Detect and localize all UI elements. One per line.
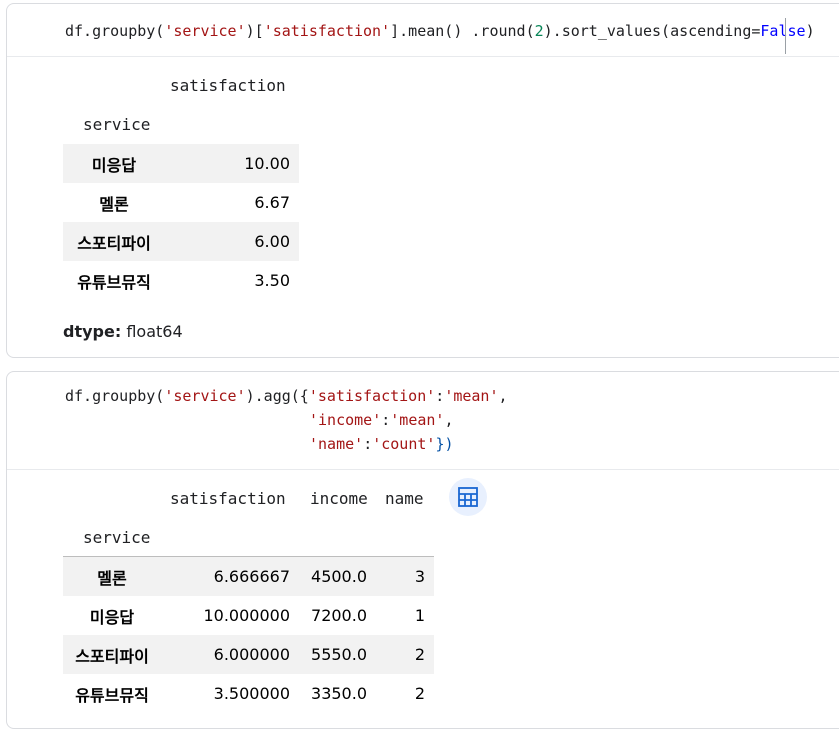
income-cell: 7200.0	[299, 596, 376, 635]
text-cursor	[785, 18, 786, 54]
income-cell: 4500.0	[299, 557, 376, 596]
index-name: service	[83, 115, 151, 134]
index-cell: 스포티파이	[63, 222, 165, 261]
code-editor-2[interactable]: df.groupby('service').agg({'satisfaction…	[7, 372, 839, 470]
code-line[interactable]: df.groupby('service')['satisfaction'].me…	[65, 21, 815, 41]
column-header-income: income	[310, 489, 368, 508]
column-header-satisfaction: satisfaction	[170, 489, 286, 508]
index-name: service	[83, 528, 151, 547]
index-cell: 유튜브뮤직	[63, 261, 165, 300]
value-cell: 6.67	[165, 183, 299, 222]
dtype-footer: dtype: float64	[63, 322, 183, 341]
value-cell: 6.00	[165, 222, 299, 261]
index-cell: 유튜브뮤직	[63, 674, 161, 713]
table-icon	[458, 487, 478, 507]
code-editor-1[interactable]: df.groupby('service')['satisfaction'].me…	[7, 4, 839, 57]
code-line[interactable]: 'name':'count'})	[309, 434, 454, 454]
table-row: 멜론 6.67	[63, 183, 299, 222]
satisfaction-cell: 6.000000	[161, 635, 299, 674]
index-cell: 멜론	[63, 183, 165, 222]
income-cell: 5550.0	[299, 635, 376, 674]
table-row: 미응답 10.00	[63, 144, 299, 183]
column-header-satisfaction: satisfaction	[170, 76, 286, 95]
value-cell: 10.00	[165, 144, 299, 183]
table-row: 미응답 10.000000 7200.0 1	[63, 596, 434, 635]
code-line[interactable]: 'income':'mean',	[309, 410, 454, 430]
satisfaction-cell: 3.500000	[161, 674, 299, 713]
code-line[interactable]: df.groupby('service').agg({'satisfaction…	[65, 386, 508, 406]
index-cell: 미응답	[63, 596, 161, 635]
code-cell-2[interactable]: df.groupby('service').agg({'satisfaction…	[6, 371, 839, 729]
table-row: 스포티파이 6.000000 5550.0 2	[63, 635, 434, 674]
dtype-label: dtype:	[63, 322, 122, 341]
satisfaction-cell: 10.000000	[161, 596, 299, 635]
dtype-value: float64	[126, 322, 183, 341]
code-cell-1[interactable]: df.groupby('service')['satisfaction'].me…	[6, 3, 839, 358]
table-row: 멜론 6.666667 4500.0 3	[63, 557, 434, 596]
index-cell: 스포티파이	[63, 635, 161, 674]
column-header-name: name	[385, 489, 424, 508]
value-cell: 3.50	[165, 261, 299, 300]
dataframe-table: 멜론 6.666667 4500.0 3 미응답 10.000000 7200.…	[63, 557, 434, 713]
satisfaction-cell: 6.666667	[161, 557, 299, 596]
table-row: 유튜브뮤직 3.500000 3350.0 2	[63, 674, 434, 713]
name-count-cell: 3	[376, 557, 434, 596]
table-row: 스포티파이 6.00	[63, 222, 299, 261]
name-count-cell: 2	[376, 635, 434, 674]
convert-to-interactive-table-button[interactable]	[449, 478, 487, 516]
income-cell: 3350.0	[299, 674, 376, 713]
index-cell: 멜론	[63, 557, 161, 596]
index-cell: 미응답	[63, 144, 165, 183]
table-row: 유튜브뮤직 3.50	[63, 261, 299, 300]
series-table: 미응답 10.00 멜론 6.67 스포티파이 6.00 유튜브뮤직 3.50	[63, 144, 299, 300]
name-count-cell: 2	[376, 674, 434, 713]
name-count-cell: 1	[376, 596, 434, 635]
